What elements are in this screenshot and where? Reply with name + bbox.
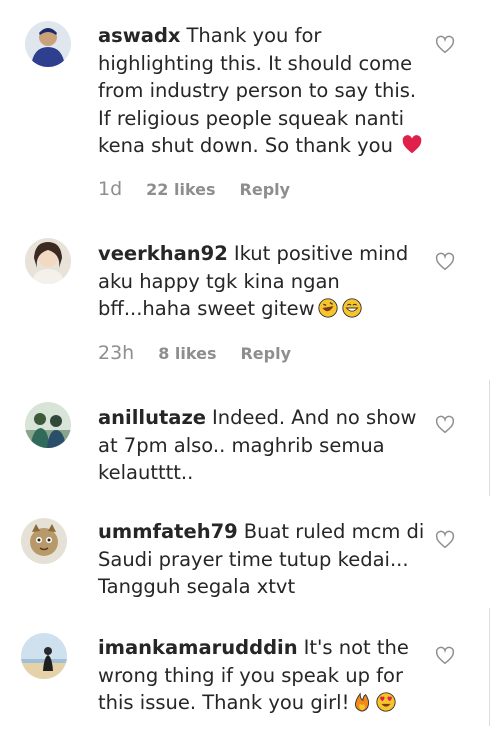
comment-likes[interactable]: 22 likes: [146, 180, 215, 199]
reply-button[interactable]: Reply: [240, 180, 291, 199]
heart-eyes-emoji-icon: [376, 692, 397, 712]
comment-likes[interactable]: 8 likes: [158, 344, 216, 363]
comment-username[interactable]: veerkhan92: [98, 242, 228, 265]
like-heart-icon[interactable]: [434, 645, 456, 667]
comment-username[interactable]: ummfateh79: [98, 520, 238, 543]
comment-text: imankamarudddin It's not the wrong thing …: [98, 634, 428, 717]
comment-text: aswadx Thank you for highlighting this. I…: [98, 22, 428, 160]
red-heart-emoji-icon: [402, 135, 422, 154]
avatar[interactable]: [25, 238, 71, 284]
comment-time[interactable]: 23h: [98, 342, 134, 364]
avatar[interactable]: [21, 518, 67, 564]
comment-text: ummfateh79 Buat ruled mcm di Saudi prayer…: [98, 518, 428, 601]
like-heart-icon[interactable]: [434, 34, 456, 56]
avatar[interactable]: [25, 21, 71, 67]
comment-username[interactable]: anillutaze: [98, 406, 206, 429]
rolling-laughing-emoji-icon: [317, 298, 338, 318]
comment-meta: 1d 22 likes Reply: [98, 178, 290, 200]
comment-text: anillutaze Indeed. And no show at 7pm als…: [98, 404, 428, 487]
comment-time[interactable]: 1d: [98, 178, 122, 200]
like-heart-icon[interactable]: [434, 251, 456, 273]
avatar[interactable]: [21, 633, 67, 679]
like-heart-icon[interactable]: [434, 529, 456, 551]
reply-button[interactable]: Reply: [240, 344, 291, 363]
grinning-emoji-icon: [341, 298, 362, 318]
divider: [489, 608, 490, 726]
divider: [489, 380, 490, 496]
like-heart-icon[interactable]: [434, 414, 456, 436]
avatar[interactable]: [25, 402, 71, 448]
comment-text: veerkhan92 Ikut positive mind aku happy t…: [98, 240, 428, 323]
comment-meta: 23h 8 likes Reply: [98, 342, 291, 364]
comment-username[interactable]: imankamarudddin: [98, 636, 298, 659]
comment-username[interactable]: aswadx: [98, 24, 180, 47]
fire-emoji-icon: [355, 692, 370, 712]
